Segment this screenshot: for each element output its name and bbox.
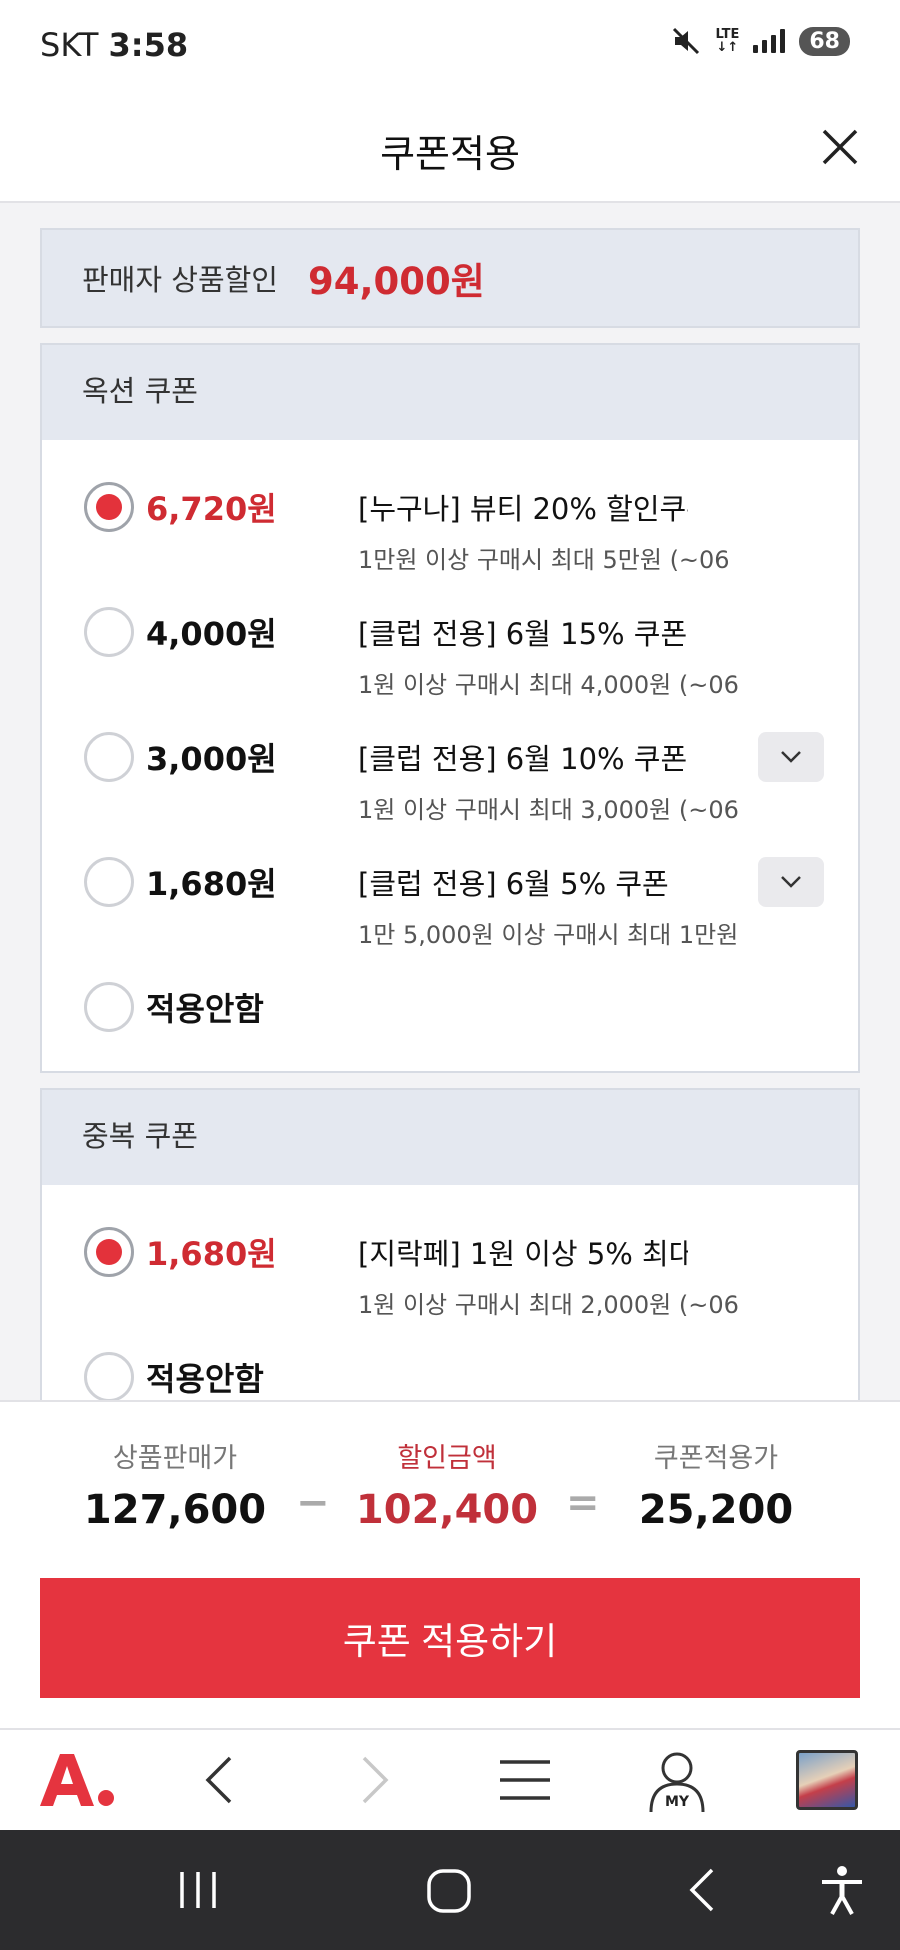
- clock: 3:58: [108, 26, 189, 64]
- sheet-header: 쿠폰적용: [0, 95, 900, 203]
- duplicate-coupon-section: 중복 쿠폰 1,680원 [지락페] 1원 이상 5% 최대 2... 1원 이…: [40, 1088, 860, 1418]
- system-back-icon[interactable]: [684, 1866, 718, 1914]
- coupon-option-row[interactable]: 1,680원 [지락페] 1원 이상 5% 최대 2... 1원 이상 구매시 …: [42, 1227, 858, 1352]
- final-price-column: 쿠폰적용가 25,200: [606, 1436, 826, 1533]
- page-title: 쿠폰적용: [380, 132, 520, 176]
- accessibility-icon[interactable]: [820, 1864, 864, 1916]
- radio-button[interactable]: [84, 857, 134, 907]
- section-title: 중복 쿠폰: [42, 1090, 858, 1185]
- status-icons: LTE ↓↑ 68: [671, 26, 850, 56]
- discount-value: 102,400: [355, 1487, 539, 1533]
- back-icon[interactable]: [200, 1750, 240, 1810]
- radio-button[interactable]: [84, 1352, 134, 1402]
- coupon-amount: 6,720원: [146, 490, 277, 528]
- seller-discount-label: 판매자 상품할인: [82, 263, 278, 297]
- coupon-option-row[interactable]: 6,720원 [누구나] 뷰티 20% 할인쿠폰 1만원 이상 구매시 최대 5…: [42, 482, 858, 607]
- radio-button[interactable]: [84, 482, 134, 532]
- final-price-label: 쿠폰적용가: [653, 1443, 779, 1474]
- menu-icon[interactable]: [498, 1750, 552, 1810]
- coupon-name: [지락페] 1원 이상 5% 최대 2...: [358, 1237, 688, 1271]
- coupon-option-row[interactable]: 3,000원 [클럽 전용] 6월 10% 쿠폰 1원 이상 구매시 최대 3,…: [42, 732, 858, 857]
- status-bar: SKT 3:58 LTE ↓↑ 68: [0, 0, 900, 95]
- my-profile-button[interactable]: MY: [648, 1750, 706, 1814]
- signal-icon: [753, 29, 786, 53]
- chevron-down-icon: [781, 876, 801, 888]
- radio-button[interactable]: [84, 732, 134, 782]
- coupon-amount: 1,680원: [146, 865, 277, 903]
- coupon-option-row[interactable]: 1,680원 [클럽 전용] 6월 5% 쿠폰 1만 5,000원 이상 구매시…: [42, 857, 858, 982]
- expand-button[interactable]: [758, 732, 824, 782]
- equals-sign: =: [566, 1480, 600, 1526]
- radio-button[interactable]: [84, 982, 134, 1032]
- network-type: LTE ↓↑: [715, 27, 740, 55]
- seller-discount-box: 판매자 상품할인 94,000원: [40, 228, 860, 328]
- recent-apps-icon[interactable]: [176, 1868, 220, 1912]
- system-navigation-bar: [0, 1830, 900, 1950]
- browser-toolbar: MY: [0, 1728, 900, 1830]
- carrier-label: SKT: [40, 26, 99, 64]
- forward-icon[interactable]: [354, 1750, 394, 1810]
- coupon-amount: 1,680원: [146, 1235, 277, 1273]
- coupon-name: [클럽 전용] 6월 10% 쿠폰: [358, 742, 688, 776]
- close-icon[interactable]: [818, 125, 862, 169]
- discount-label: 할인금액: [397, 1443, 497, 1474]
- no-coupon-label: 적용안함: [146, 990, 264, 1028]
- coupon-description: 1만원 이상 구매시 최대 5만원 (~06: [358, 546, 730, 574]
- status-time: SKT 3:58: [40, 26, 188, 64]
- expand-button[interactable]: [758, 857, 824, 907]
- option-coupon-section: 옥션 쿠폰 6,720원 [누구나] 뷰티 20% 할인쿠폰 1만원 이상 구매…: [40, 343, 860, 1073]
- coupon-name: [클럽 전용] 6월 5% 쿠폰: [358, 867, 669, 901]
- sale-price-label: 상품판매가: [112, 1443, 238, 1474]
- apply-coupon-button[interactable]: 쿠폰 적용하기: [40, 1578, 860, 1698]
- chevron-down-icon: [781, 751, 801, 763]
- minus-sign: −: [296, 1480, 330, 1526]
- coupon-option-row[interactable]: 4,000원 [클럽 전용] 6월 15% 쿠폰 1원 이상 구매시 최대 4,…: [42, 607, 858, 732]
- coupon-description: 1원 이상 구매시 최대 2,000원 (~06: [358, 1291, 739, 1319]
- coupon-description: 1원 이상 구매시 최대 3,000원 (~06: [358, 796, 739, 824]
- radio-button[interactable]: [84, 1227, 134, 1277]
- sale-price-value: 127,600: [83, 1487, 267, 1533]
- recent-item-thumbnail[interactable]: [796, 1750, 858, 1810]
- mute-icon: [673, 27, 700, 55]
- final-price-value: 25,200: [638, 1487, 794, 1533]
- radio-button[interactable]: [84, 607, 134, 657]
- my-label: MY: [664, 1794, 690, 1810]
- battery-indicator: 68: [799, 26, 850, 56]
- coupon-description: 1만 5,000원 이상 구매시 최대 1만원: [358, 921, 739, 949]
- section-title: 옥션 쿠폰: [42, 345, 858, 440]
- coupon-name: [누구나] 뷰티 20% 할인쿠폰: [358, 492, 688, 526]
- coupon-amount: 3,000원: [146, 740, 277, 778]
- no-coupon-label: 적용안함: [146, 1360, 264, 1398]
- coupon-name: [클럽 전용] 6월 15% 쿠폰: [358, 617, 688, 651]
- sale-price-column: 상품판매가 127,600: [65, 1436, 285, 1533]
- seller-discount-value: 94,000원: [307, 260, 485, 303]
- coupon-description: 1원 이상 구매시 최대 4,000원 (~06: [358, 671, 739, 699]
- discount-column: 할인금액 102,400: [337, 1436, 557, 1533]
- coupon-amount: 4,000원: [146, 615, 277, 653]
- auction-logo[interactable]: [40, 1750, 116, 1810]
- home-icon[interactable]: [426, 1868, 472, 1914]
